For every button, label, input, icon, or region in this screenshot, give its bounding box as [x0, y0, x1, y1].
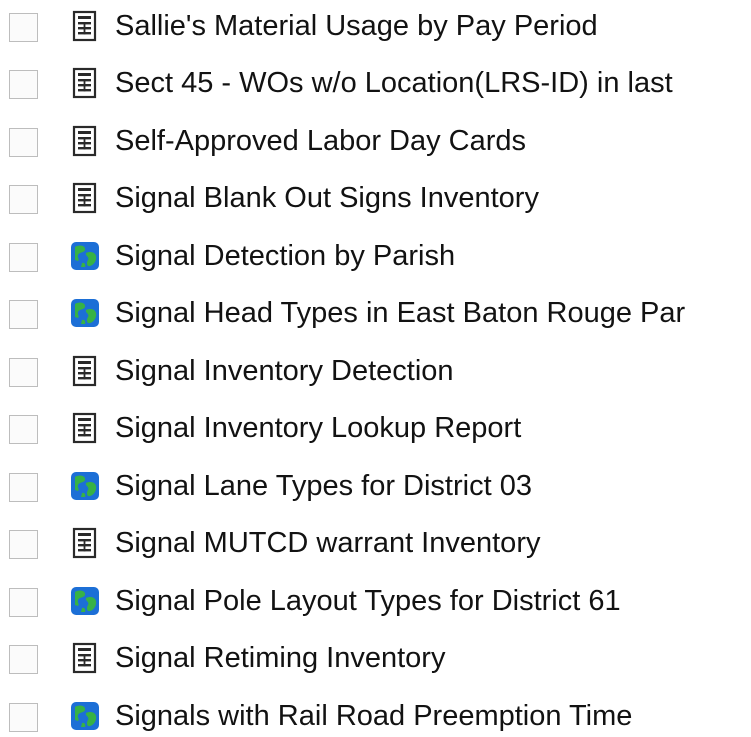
report-name[interactable]: Signals with Rail Road Preemption Time — [115, 698, 632, 734]
list-item[interactable]: Signal Blank Out Signs Inventory — [0, 175, 751, 229]
select-checkbox[interactable] — [9, 128, 38, 157]
select-checkbox[interactable] — [9, 588, 38, 617]
report-document-icon — [68, 526, 102, 560]
select-checkbox[interactable] — [9, 13, 38, 42]
report-name[interactable]: Signal Blank Out Signs Inventory — [115, 180, 539, 216]
select-checkbox[interactable] — [9, 358, 38, 387]
select-checkbox[interactable] — [9, 473, 38, 502]
report-document-icon — [68, 66, 102, 100]
list-item[interactable]: Signal MUTCD warrant Inventory — [0, 520, 751, 574]
select-checkbox[interactable] — [9, 530, 38, 559]
report-name[interactable]: Self-Approved Labor Day Cards — [115, 123, 526, 159]
report-list: Sallie's Material Usage by Pay Period Se… — [0, 0, 751, 737]
report-document-icon — [68, 641, 102, 675]
list-item[interactable]: Signal Pole Layout Types for District 61 — [0, 578, 751, 632]
report-name[interactable]: Signal MUTCD warrant Inventory — [115, 525, 540, 561]
select-checkbox[interactable] — [9, 70, 38, 99]
select-checkbox[interactable] — [9, 185, 38, 214]
report-name[interactable]: Signal Inventory Detection — [115, 353, 454, 389]
map-globe-icon — [68, 469, 102, 503]
report-name[interactable]: Sect 45 - WOs w/o Location(LRS-ID) in la… — [115, 65, 673, 101]
report-name[interactable]: Signal Retiming Inventory — [115, 640, 445, 676]
list-item[interactable]: Signal Retiming Inventory — [0, 635, 751, 689]
select-checkbox[interactable] — [9, 300, 38, 329]
report-name[interactable]: Signal Lane Types for District 03 — [115, 468, 532, 504]
list-item[interactable]: Signal Detection by Parish — [0, 233, 751, 287]
report-document-icon — [68, 354, 102, 388]
list-item[interactable]: Signal Lane Types for District 03 — [0, 463, 751, 517]
select-checkbox[interactable] — [9, 243, 38, 272]
report-document-icon — [68, 411, 102, 445]
report-document-icon — [68, 9, 102, 43]
list-item[interactable]: Self-Approved Labor Day Cards — [0, 118, 751, 172]
map-globe-icon — [68, 296, 102, 330]
report-document-icon — [68, 124, 102, 158]
list-item[interactable]: Signals with Rail Road Preemption Time — [0, 693, 751, 737]
list-item[interactable]: Signal Inventory Lookup Report — [0, 405, 751, 459]
list-item[interactable]: Signal Head Types in East Baton Rouge Pa… — [0, 290, 751, 344]
report-name[interactable]: Sallie's Material Usage by Pay Period — [115, 8, 598, 44]
list-item[interactable]: Sect 45 - WOs w/o Location(LRS-ID) in la… — [0, 60, 751, 114]
report-name[interactable]: Signal Head Types in East Baton Rouge Pa… — [115, 295, 685, 331]
select-checkbox[interactable] — [9, 645, 38, 674]
report-name[interactable]: Signal Pole Layout Types for District 61 — [115, 583, 621, 619]
map-globe-icon — [68, 239, 102, 273]
report-name[interactable]: Signal Detection by Parish — [115, 238, 455, 274]
select-checkbox[interactable] — [9, 415, 38, 444]
map-globe-icon — [68, 584, 102, 618]
report-name[interactable]: Signal Inventory Lookup Report — [115, 410, 521, 446]
list-item[interactable]: Signal Inventory Detection — [0, 348, 751, 402]
list-item[interactable]: Sallie's Material Usage by Pay Period — [0, 3, 751, 57]
report-document-icon — [68, 181, 102, 215]
select-checkbox[interactable] — [9, 703, 38, 732]
map-globe-icon — [68, 699, 102, 733]
